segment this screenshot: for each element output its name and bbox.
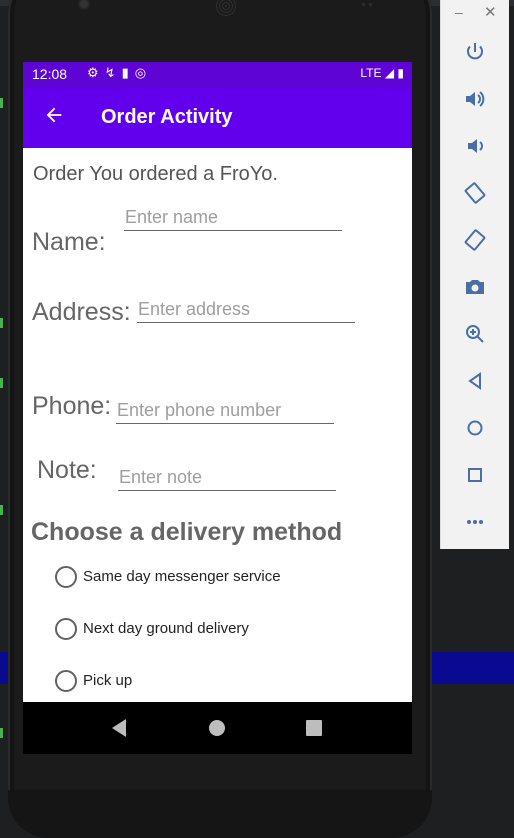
rotate-left-icon[interactable] — [463, 181, 487, 205]
data-saver-icon: ◎ — [134, 65, 153, 80]
radio-button[interactable] — [55, 670, 77, 692]
power-icon[interactable] — [463, 40, 487, 64]
delivery-section-title: Choose a delivery method — [31, 518, 343, 546]
close-button[interactable]: ✕ — [484, 3, 497, 21]
network-type: LTE — [360, 66, 382, 80]
status-right-group: LTE ◢ ▮ — [360, 66, 404, 80]
status-bar: 12:08 ⚙↯▮◎ LTE ◢ ▮ — [23, 62, 412, 87]
radio-label: Next day ground delivery — [83, 620, 249, 637]
emulator-toolbar: – ✕ — [440, 0, 509, 549]
page-title: Order Activity — [101, 106, 233, 128]
phone-input[interactable] — [116, 400, 334, 424]
status-time: 12:08 — [32, 66, 68, 82]
note-input[interactable] — [118, 467, 336, 491]
name-label: Name: — [32, 228, 106, 256]
radio-label: Pick up — [83, 672, 133, 689]
address-input[interactable] — [137, 299, 355, 323]
battery-icon: ▮ — [397, 66, 404, 80]
rotate-right-icon[interactable] — [463, 228, 487, 252]
nav-home-icon[interactable] — [208, 718, 226, 738]
zoom-icon[interactable] — [463, 322, 487, 346]
volume-up-icon[interactable] — [463, 87, 487, 111]
note-label: Note: — [37, 456, 97, 484]
status-notification-icons: ⚙↯▮◎ — [87, 65, 152, 81]
front-camera — [80, 0, 88, 8]
signal-icon: ↯ — [104, 65, 122, 80]
more-icon[interactable] — [463, 510, 487, 534]
nav-back-icon[interactable] — [110, 718, 128, 738]
order-message: Order You ordered a FroYo. — [33, 163, 278, 185]
minimize-button[interactable]: – — [455, 4, 463, 20]
overview-icon[interactable] — [463, 463, 487, 487]
back-arrow-icon[interactable] — [43, 104, 65, 126]
earpiece-speaker — [215, 0, 237, 17]
radio-label: Same day messenger service — [83, 568, 281, 585]
name-input[interactable] — [124, 207, 342, 231]
back-icon[interactable] — [463, 369, 487, 393]
phone-label: Phone: — [32, 392, 112, 420]
proximity-sensor — [360, 2, 374, 7]
sd-card-icon: ▮ — [121, 65, 135, 80]
device-screen: 12:08 ⚙↯▮◎ LTE ◢ ▮ Order Activity Order … — [23, 62, 412, 754]
radio-button[interactable] — [55, 618, 77, 640]
cell-signal-icon: ◢ — [384, 66, 395, 80]
nav-overview-icon[interactable] — [305, 718, 323, 738]
home-icon[interactable] — [463, 416, 487, 440]
camera-icon[interactable] — [463, 275, 487, 299]
settings-icon: ⚙ — [87, 65, 105, 80]
address-label: Address: — [32, 298, 131, 326]
navigation-bar — [23, 702, 412, 754]
phone-chin — [8, 790, 432, 838]
radio-button[interactable] — [55, 566, 77, 588]
volume-down-icon[interactable] — [463, 134, 487, 158]
app-bar: Order Activity — [23, 87, 412, 148]
order-form: Order You ordered a FroYo. Name: Address… — [23, 148, 412, 702]
